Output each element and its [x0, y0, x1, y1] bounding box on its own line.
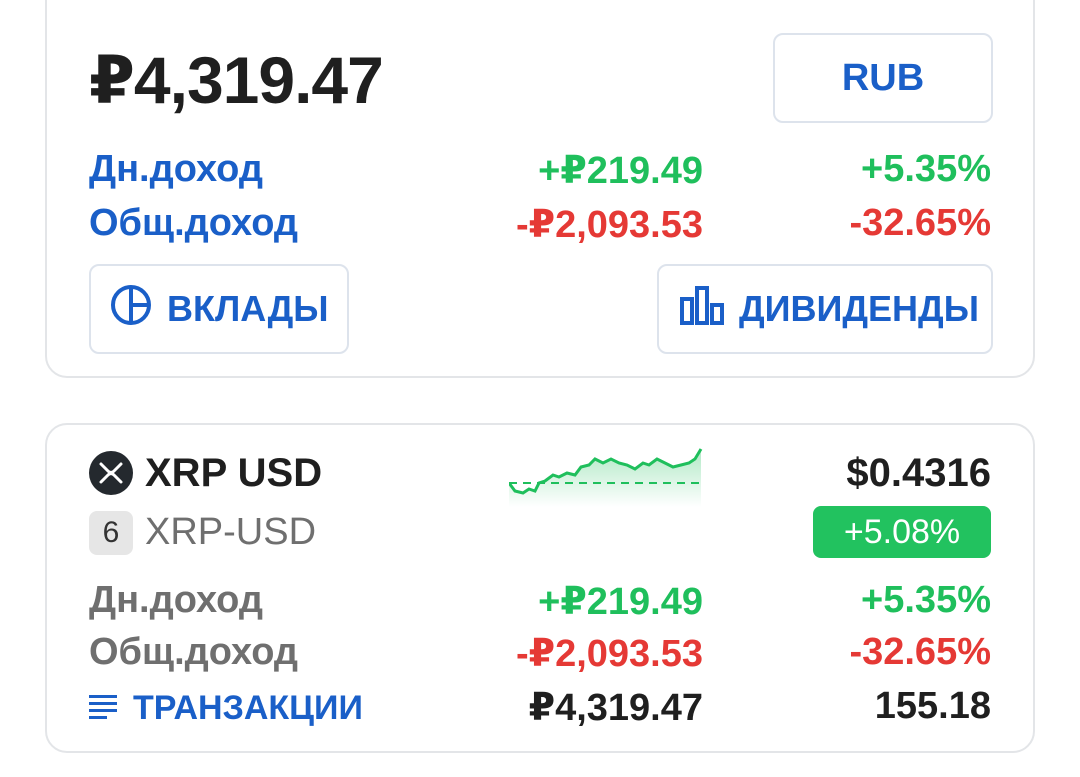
portfolio-summary-card: ₽4,319.47 RUB Дн.доход +₽219.49 +5.35% О… [45, 0, 1035, 378]
asset-daily-income-percent: +5.35% [861, 579, 991, 621]
asset-name: XRP USD [145, 451, 323, 495]
asset-quantity: 155.18 [874, 685, 991, 727]
total-income-value: -₽2,093.53 [515, 204, 703, 246]
pie-chart-icon [109, 283, 167, 336]
asset-daily-income-value: +₽219.49 [538, 581, 703, 623]
transactions-button[interactable]: ТРАНЗАКЦИИ [89, 689, 363, 728]
daily-income-label[interactable]: Дн.доход [89, 148, 263, 191]
deposits-button-label: ВКЛАДЫ [167, 288, 329, 329]
xrp-logo-icon [89, 451, 133, 495]
price-sparkline [507, 445, 705, 512]
asset-total-income-label: Общ.доход [89, 631, 299, 673]
asset-total-income-value: -₽2,093.53 [515, 633, 703, 675]
currency-button[interactable]: RUB [773, 33, 993, 123]
asset-total-income-percent: -32.65% [849, 631, 991, 673]
list-icon [89, 689, 133, 728]
dividends-button-label: ДИВИДЕНДЫ [739, 288, 979, 329]
daily-income-value: +₽219.49 [538, 150, 703, 192]
total-income-label[interactable]: Общ.доход [89, 202, 298, 245]
dividends-button[interactable]: ДИВИДЕНДЫ [657, 264, 993, 354]
asset-daily-income-label: Дн.доход [89, 579, 263, 621]
asset-price: $0.4316 [846, 451, 991, 495]
asset-card-xrp[interactable]: XRP USD 6 XRP-USD $0.4316 +5.08% Дн.дохо… [45, 423, 1035, 753]
price-change-badge[interactable]: +5.08% [813, 506, 991, 558]
total-income-percent: -32.65% [849, 202, 991, 244]
bar-chart-icon [679, 285, 739, 334]
asset-symbol: XRP-USD [145, 511, 317, 553]
asset-count-badge: 6 [89, 511, 133, 555]
deposits-button[interactable]: ВКЛАДЫ [89, 264, 349, 354]
portfolio-total-value: ₽4,319.47 [89, 43, 384, 117]
asset-holdings-value: ₽4,319.47 [528, 687, 703, 729]
transactions-label: ТРАНЗАКЦИИ [133, 689, 363, 727]
daily-income-percent: +5.35% [861, 148, 991, 190]
